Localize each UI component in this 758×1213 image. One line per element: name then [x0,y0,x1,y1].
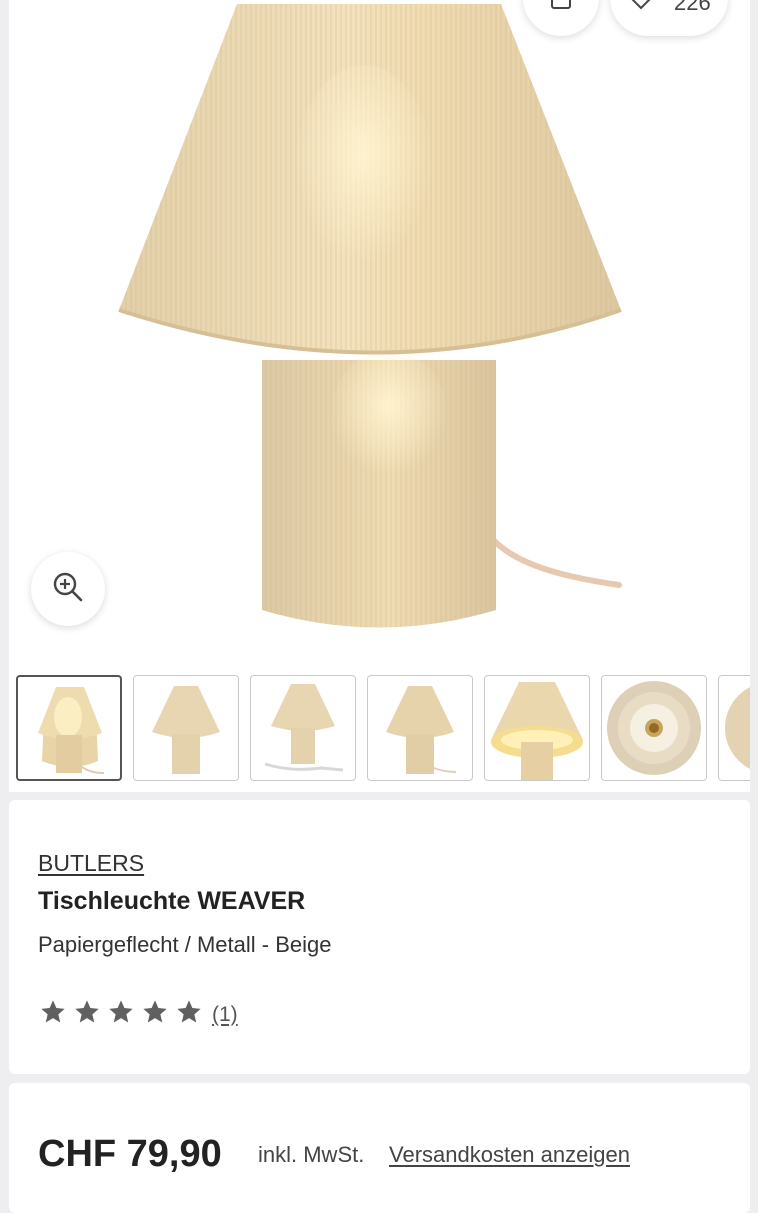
star-icon [177,1000,201,1023]
heart-icon [624,0,658,16]
thumbnail-2[interactable] [133,675,239,781]
star-icon [143,1000,167,1023]
thumbnail-7[interactable] [718,675,750,781]
thumbnail-1[interactable] [16,675,122,781]
product-image-area: 226 [9,0,750,664]
share-icon [547,0,575,15]
zoom-in-icon [51,570,85,609]
rating[interactable]: (1) [38,998,238,1031]
star-icon [41,1000,65,1023]
price-card: CHF 79,90 inkl. MwSt. Versandkosten anze… [9,1083,750,1213]
thumbnail-strip [9,664,750,792]
thumbnail-5[interactable] [484,675,590,781]
wishlist-count: 226 [674,0,711,15]
zoom-button[interactable] [31,552,105,626]
star-icon [75,1000,99,1023]
star-icon [109,1000,133,1023]
product-info-card: BUTLERS Tischleuchte WEAVER Papiergeflec… [9,800,750,1074]
review-count[interactable]: (1) [212,1003,238,1027]
thumbnail-4[interactable] [367,675,473,781]
shipping-costs-link[interactable]: Versandkosten anzeigen [389,1142,630,1168]
brand-link[interactable]: BUTLERS [38,850,144,877]
rating-stars [38,998,208,1031]
vat-note: inkl. MwSt. [258,1142,365,1167]
price: CHF 79,90 [38,1133,222,1175]
product-title: Tischleuchte WEAVER [38,887,306,915]
product-image[interactable] [9,0,750,664]
thumbnail-3[interactable] [250,675,356,781]
thumbnail-6[interactable] [601,675,707,781]
product-subtitle: Papiergeflecht / Metall - Beige [38,932,332,957]
